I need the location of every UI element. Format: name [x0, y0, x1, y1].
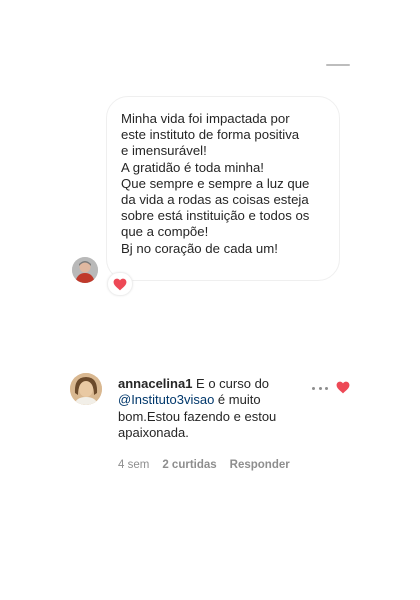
commenter-avatar[interactable]	[70, 373, 102, 405]
comment-time: 4 sem	[118, 459, 150, 471]
heart-icon	[113, 278, 127, 290]
avatar-image	[72, 257, 98, 283]
top-divider-mark	[326, 64, 350, 66]
comment-meta: 4 sem 2 curtidas Responder	[118, 459, 290, 471]
avatar-image	[70, 373, 102, 405]
message-reaction[interactable]	[107, 272, 133, 296]
comment-mention-link[interactable]: @Instituto3visao	[118, 392, 214, 407]
more-horizontal-icon[interactable]	[312, 386, 328, 390]
message-bubble[interactable]: Minha vida foi impactada por este instit…	[106, 96, 340, 281]
message-text: Minha vida foi impactada por este instit…	[121, 111, 310, 256]
reply-button[interactable]: Responder	[230, 459, 290, 471]
comment-text: annacelina1 E o curso do @Instituto3visa…	[118, 376, 277, 441]
sender-avatar[interactable]	[72, 257, 98, 283]
like-heart-icon[interactable]	[336, 381, 350, 394]
comment-likes-count[interactable]: 2 curtidas	[162, 459, 216, 471]
comment-username[interactable]: annacelina1	[118, 376, 192, 391]
